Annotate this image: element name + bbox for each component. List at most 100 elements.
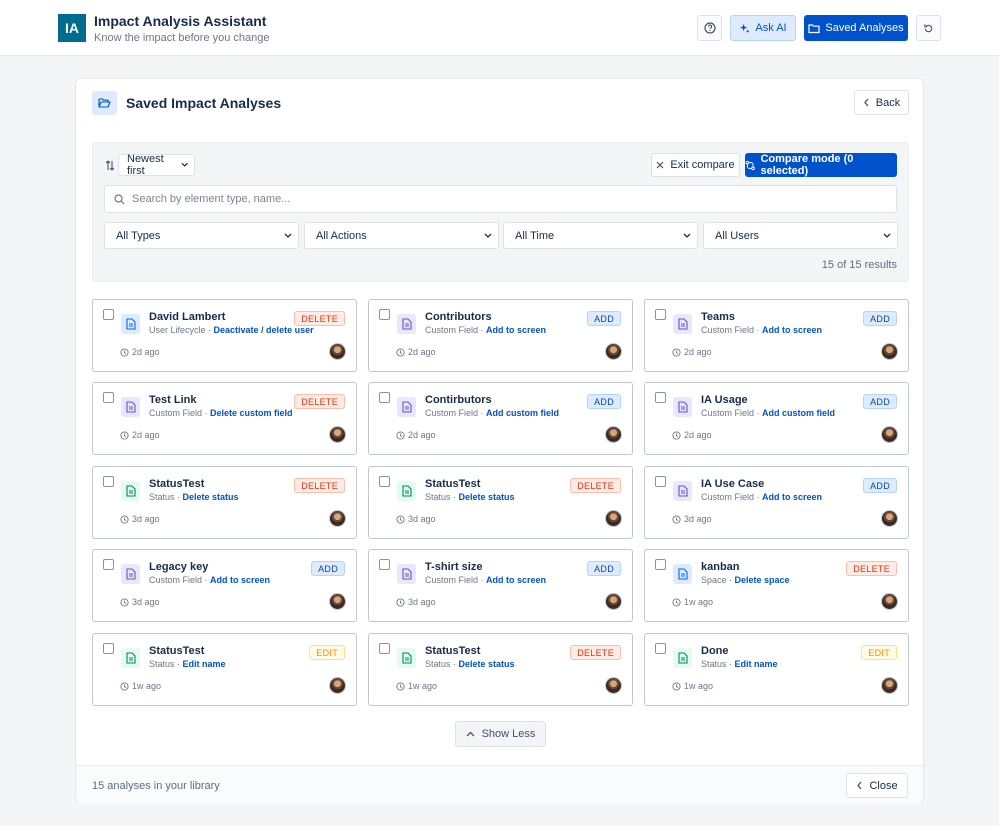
card-time: 3d ago (396, 597, 436, 607)
card-time: 2d ago (120, 430, 160, 440)
clock-icon (396, 347, 405, 357)
refresh-icon (924, 23, 933, 32)
select-checkbox[interactable] (655, 643, 666, 654)
select-checkbox[interactable] (655, 309, 666, 320)
analysis-card[interactable]: StatusTest Status · Delete status DELETE 1w… (368, 633, 633, 706)
card-time-label: 1w ago (132, 681, 162, 691)
select-checkbox[interactable] (379, 559, 390, 570)
close-button[interactable]: Close (846, 773, 908, 798)
chevron-up-icon (466, 731, 475, 737)
avatar (605, 510, 622, 527)
analysis-card[interactable]: Legacy key Custom Field · Add to screen AD… (92, 549, 357, 622)
refresh-button[interactable] (916, 15, 941, 41)
analysis-card[interactable]: StatusTest Status · Delete status DELETE 3d… (368, 466, 633, 539)
select-checkbox[interactable] (655, 559, 666, 570)
sort-select[interactable]: Newest first (118, 153, 195, 177)
select-checkbox[interactable] (103, 476, 114, 487)
exit-compare-label: Exit compare (670, 159, 735, 171)
analysis-card[interactable]: Done Status · Edit name EDIT 1w ago (644, 633, 909, 706)
card-subtitle: Status · Delete status (425, 492, 515, 502)
clock-icon (120, 514, 129, 524)
card-time-label: 2d ago (132, 430, 160, 440)
document-icon (397, 314, 416, 334)
back-label: Back (875, 96, 901, 109)
show-less-button[interactable]: Show Less (455, 721, 546, 747)
clock-icon (672, 347, 681, 357)
search-input[interactable] (132, 193, 872, 205)
action-badge: ADD (863, 478, 897, 493)
select-checkbox[interactable] (655, 392, 666, 403)
select-checkbox[interactable] (103, 643, 114, 654)
card-element-type: Status (149, 659, 175, 669)
action-filter-select[interactable]: All Actions (304, 222, 499, 249)
select-checkbox[interactable] (103, 559, 114, 570)
app-header: IA Impact Analysis Assistant Know the im… (0, 0, 999, 56)
select-checkbox[interactable] (379, 392, 390, 403)
card-title: IA Usage (701, 394, 748, 406)
separator: · (478, 575, 487, 585)
action-badge: DELETE (570, 645, 621, 660)
select-checkbox[interactable] (103, 309, 114, 320)
select-checkbox[interactable] (379, 309, 390, 320)
avatar (881, 593, 898, 610)
separator: · (174, 659, 183, 669)
help-button[interactable] (697, 15, 722, 41)
analysis-card[interactable]: kanban Space · Delete space DELETE 1w ago (644, 549, 909, 622)
action-badge: EDIT (309, 645, 345, 660)
card-time: 1w ago (672, 597, 713, 607)
ask-ai-button[interactable]: Ask AI (730, 15, 796, 41)
card-title: StatusTest (425, 645, 481, 657)
user-filter-select[interactable]: All Users (703, 222, 898, 249)
analysis-card[interactable]: David Lambert User Lifecycle · Deactivate… (92, 299, 357, 372)
user-filter-value: All Users (715, 229, 760, 242)
card-time-label: 2d ago (132, 347, 160, 357)
card-time-label: 3d ago (408, 597, 436, 607)
document-icon (673, 648, 692, 668)
time-filter-select[interactable]: All Time (503, 222, 698, 249)
card-title: Contirbutors (425, 394, 492, 406)
analysis-card[interactable]: Test Link Custom Field · Delete custom fi… (92, 382, 357, 455)
card-action: Delete status (458, 659, 515, 669)
compare-mode-label: Compare mode (0 selected) (760, 153, 854, 177)
select-checkbox[interactable] (379, 643, 390, 654)
card-element-type: Custom Field (149, 408, 203, 418)
analysis-card[interactable]: Teams Custom Field · Add to screen ADD 2d a… (644, 299, 909, 372)
clock-icon (672, 681, 681, 691)
document-icon (673, 397, 692, 417)
exit-compare-button[interactable]: Exit compare (651, 153, 740, 177)
card-element-type: Custom Field (701, 325, 755, 335)
analysis-card[interactable]: StatusTest Status · Edit name EDIT 1w ago (92, 633, 357, 706)
analysis-card[interactable]: StatusTest Status · Delete status DELETE 3d… (92, 466, 357, 539)
saved-analyses-button[interactable]: Saved Analyses (804, 15, 908, 41)
card-action: Add custom field (486, 408, 560, 418)
separator: · (174, 492, 183, 502)
analysis-card[interactable]: Contirbutors Custom Field · Add custom fi… (368, 382, 633, 455)
card-element-type: Custom Field (425, 575, 479, 585)
card-action: Deactivate / delete user (213, 325, 314, 335)
analysis-card[interactable]: IA Usage Custom Field · Add custom field A… (644, 382, 909, 455)
document-icon (673, 564, 692, 584)
compare-mode-button[interactable]: Compare mode (0 selected) (745, 153, 897, 177)
back-button[interactable]: Back (854, 90, 909, 115)
chevron-down-icon (683, 233, 691, 238)
select-checkbox[interactable] (655, 476, 666, 487)
analysis-card[interactable]: IA Use Case Custom Field · Add to screen A… (644, 466, 909, 539)
card-element-type: Custom Field (425, 408, 479, 418)
analysis-card[interactable]: T-shirt size Custom Field · Add to screen… (368, 549, 633, 622)
select-checkbox[interactable] (103, 392, 114, 403)
clock-icon (672, 514, 681, 524)
card-action: Edit name (182, 659, 226, 669)
type-filter-select[interactable]: All Types (104, 222, 299, 249)
analysis-card[interactable]: Contributors Custom Field · Add to screen… (368, 299, 633, 372)
sparkle-icon (740, 23, 750, 33)
avatar (881, 426, 898, 443)
avatar (605, 426, 622, 443)
avatar (329, 510, 346, 527)
clock-icon (120, 347, 129, 357)
select-checkbox[interactable] (379, 476, 390, 487)
chevron-down-icon (181, 162, 188, 167)
card-subtitle: Space · Delete space (701, 575, 790, 585)
close-icon (656, 161, 664, 169)
clock-icon (120, 430, 129, 440)
avatar (329, 343, 346, 360)
